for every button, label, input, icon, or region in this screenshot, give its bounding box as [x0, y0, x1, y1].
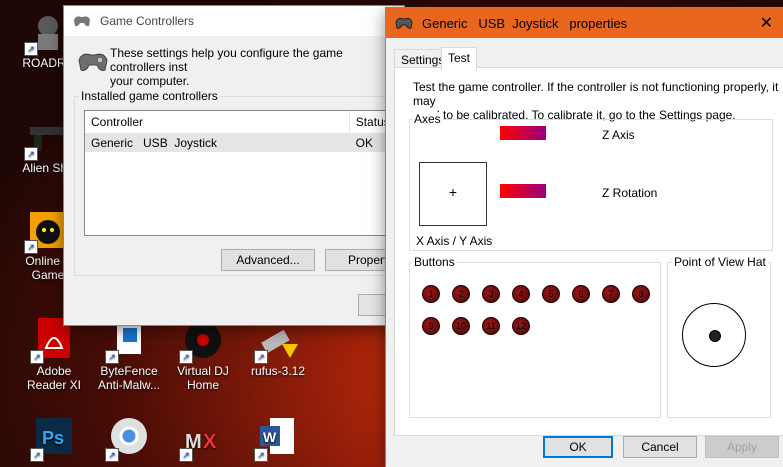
joystick-button-2: 2	[452, 285, 470, 303]
advanced-button[interactable]: Advanced...	[221, 249, 315, 271]
desktop-icon-word[interactable]: W ↗	[240, 416, 316, 462]
crosshair-icon: +	[448, 184, 458, 200]
svg-text:X: X	[203, 431, 217, 453]
desktop-icon-m4x[interactable]: MX ↗	[165, 416, 241, 462]
joystick-button-12: 12	[512, 317, 530, 335]
axes-label: Axes	[412, 112, 443, 126]
pov-hat-group: Point of View Hat	[667, 255, 771, 418]
game-controllers-window: Game Controllers These settings help you…	[64, 6, 404, 325]
instructions-text: Test the game controller. If the control…	[413, 80, 779, 122]
photoshop-icon: Ps ↗	[30, 416, 76, 462]
cancel-button[interactable]: Cancel	[623, 436, 697, 458]
column-controller[interactable]: Controller	[85, 111, 350, 133]
controllers-list[interactable]: Controller Status Generic USB Joystick O…	[84, 110, 386, 236]
axes-group: Axes + X Axis / Y Axis Z Axis Z Rotation	[409, 112, 773, 251]
tab-test[interactable]: Test	[441, 47, 478, 71]
desktop-icon-photoshop[interactable]: Ps ↗	[16, 416, 92, 462]
joystick-button-11: 11	[482, 317, 500, 335]
close-icon[interactable]: ✕	[760, 13, 773, 33]
xy-axis-pad: +	[419, 162, 487, 226]
joystick-button-4: 4	[512, 285, 530, 303]
window-title: Game Controllers	[100, 14, 195, 28]
z-rotation-bar	[500, 184, 546, 198]
joystick-button-3: 3	[482, 285, 500, 303]
description-text: These settings help you configure the ga…	[110, 46, 343, 88]
game-controllers-titlebar[interactable]: Game Controllers	[64, 6, 404, 36]
ok-button[interactable]: OK	[543, 436, 613, 458]
m4x-icon: MX ↗	[179, 416, 225, 462]
z-rotation-label: Z Rotation	[602, 186, 658, 200]
column-status[interactable]: Status	[350, 111, 385, 133]
joystick-button-8: 8	[632, 285, 650, 303]
buttons-label: Buttons	[412, 255, 457, 269]
group-label: Installed game controllers	[79, 89, 220, 103]
joystick-button-1: 1	[422, 285, 440, 303]
apply-button[interactable]: Apply	[705, 436, 779, 458]
svg-text:Ps: Ps	[42, 428, 64, 448]
pov-indicator	[709, 330, 721, 342]
controller-name: Generic USB Joystick	[91, 136, 218, 150]
z-axis-label: Z Axis	[602, 128, 635, 142]
controller-status: OK	[355, 136, 373, 150]
desktop-icon-virtual-dj[interactable]: ↗ Virtual DJ Home	[165, 318, 241, 392]
gamepad-icon	[74, 16, 90, 27]
desktop-icon-adobe-reader[interactable]: ↗ Adobe Reader XI	[16, 318, 92, 392]
gamepad-large-icon	[78, 53, 108, 71]
list-header: Controller Status	[85, 111, 385, 134]
svg-text:W: W	[263, 429, 277, 445]
joystick-button-10: 10	[452, 317, 470, 335]
joystick-button-6: 6	[572, 285, 590, 303]
z-axis-bar	[500, 126, 546, 140]
pov-circle	[682, 303, 746, 367]
joystick-properties-window: Generic USB Joystick properties ✕ Settin…	[386, 8, 783, 467]
desktop-icon-bytefence[interactable]: ↗ ByteFence Anti-Malw...	[91, 318, 167, 392]
gamepad-icon	[395, 17, 413, 29]
desktop-icon-chrome[interactable]: ↗	[91, 416, 167, 462]
window-title: Generic USB Joystick properties	[422, 15, 628, 31]
joystick-button-5: 5	[542, 285, 560, 303]
joystick-button-7: 7	[602, 285, 620, 303]
xy-axis-label: X Axis / Y Axis	[416, 234, 493, 248]
buttons-group: Buttons 1 2 3 4 5 6 7 8 9 10 11 12	[409, 255, 661, 418]
pov-label: Point of View Hat	[672, 255, 768, 269]
word-icon: W ↗	[254, 416, 300, 462]
desktop-icon-rufus[interactable]: ↗ rufus-3.12	[240, 318, 316, 378]
joystick-button-9: 9	[422, 317, 440, 335]
test-tab-panel: Test the game controller. If the control…	[394, 67, 783, 436]
table-row[interactable]: Generic USB Joystick OK	[85, 134, 385, 152]
properties-titlebar[interactable]: Generic USB Joystick properties ✕	[386, 8, 783, 38]
chrome-icon: ↗	[105, 416, 151, 462]
